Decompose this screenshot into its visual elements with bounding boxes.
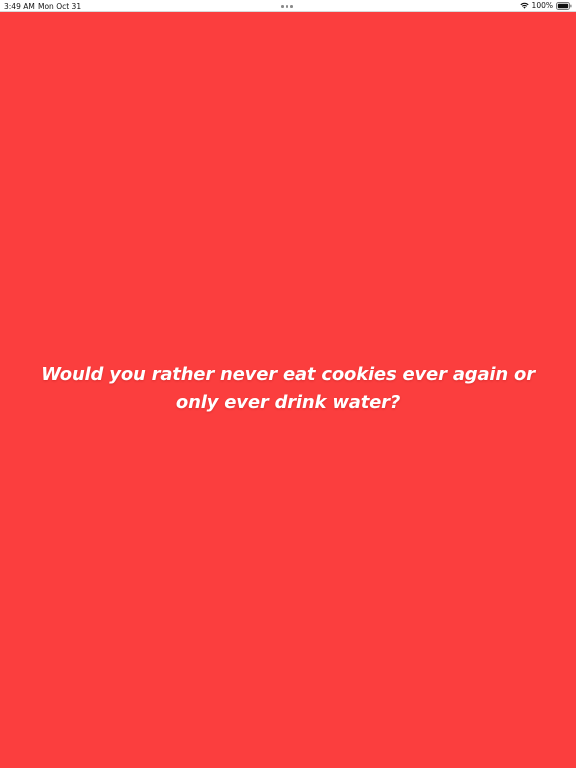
multitasking-dots-icon[interactable]	[281, 5, 293, 8]
battery-icon	[556, 1, 572, 10]
question-screen[interactable]: Would you rather never eat cookies ever …	[0, 12, 576, 768]
question-text: Would you rather never eat cookies ever …	[41, 364, 535, 413]
status-date: Mon Oct 31	[38, 1, 82, 11]
status-time: 3:49 AM	[4, 1, 35, 11]
wifi-icon	[519, 2, 529, 9]
status-right-group: 100%	[519, 1, 572, 10]
status-bar: 3:49 AM Mon Oct 31 100%	[0, 0, 576, 12]
battery-percentage: 100%	[531, 1, 553, 10]
